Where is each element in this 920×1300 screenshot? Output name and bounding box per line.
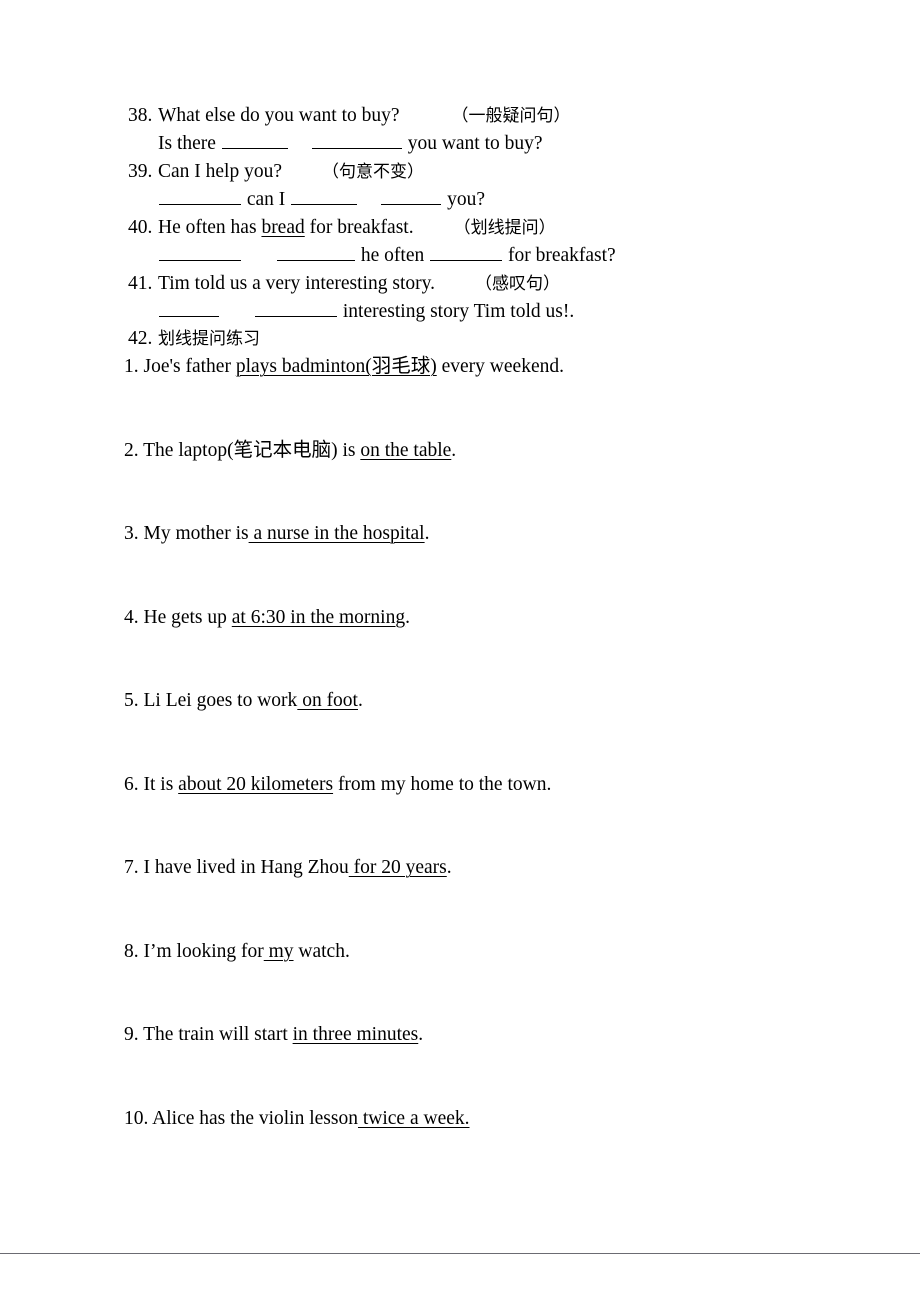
question-line-41: 41. Tim told us a very interesting story.… — [128, 270, 868, 298]
answer-suffix: interesting story Tim told us!. — [342, 301, 575, 322]
instruction-note: （句意不变） — [322, 162, 425, 182]
practice-item-5: 5. Li Lei goes to work on foot. — [124, 688, 884, 772]
exercise-item-40: 40. He often has bread for breakfast. （划线提… — [128, 214, 868, 270]
answer-line-39: can I you? — [128, 186, 868, 214]
sentence-pre: Joe's father — [138, 356, 236, 377]
practice-item-7: 7. I have lived in Hang Zhou for 20 year… — [124, 855, 884, 939]
answer-blank[interactable] — [159, 189, 241, 205]
answer-middle: can I — [246, 189, 286, 210]
answer-blank[interactable] — [430, 245, 503, 261]
section-title: 划线提问练习 — [158, 329, 260, 349]
question-line-39: 39. Can I help you? （句意不变） — [128, 158, 868, 186]
question-line-38: 38. What else do you want to buy? （一般疑问句） — [128, 102, 868, 130]
answer-line-40: he often for breakfast? — [128, 242, 868, 270]
question-underlined-part: bread — [261, 217, 305, 238]
answer-line-41: interesting story Tim told us!. — [128, 298, 868, 326]
question-sentence-post: for breakfast. — [304, 217, 414, 238]
practice-item-9: 9. The train will start in three minutes… — [124, 1022, 884, 1106]
item-number: 8. — [124, 940, 139, 962]
practice-item-8: 8. I’m looking for my watch. — [124, 939, 884, 1023]
instruction-note: （划线提问） — [453, 218, 556, 238]
item-number: 5. — [124, 690, 139, 711]
item-number: 3. — [124, 523, 139, 544]
item-number: 7. — [124, 857, 139, 878]
item-number: 39. — [128, 161, 153, 182]
underlined-target: a nurse in the hospital — [248, 523, 425, 544]
item-number: 9. — [124, 1024, 139, 1045]
practice-item-4: 4. He gets up at 6:30 in the morning. — [124, 605, 884, 689]
answer-suffix: you? — [447, 189, 485, 210]
underlined-target: plays badminton(羽毛球) — [235, 356, 437, 377]
item-number: 10. — [124, 1107, 149, 1129]
item-number: 1. — [124, 356, 139, 377]
exercise-item-38: 38. What else do you want to buy? （一般疑问句） … — [128, 102, 868, 158]
item-number: 41. — [128, 273, 153, 294]
answer-blank[interactable] — [381, 189, 442, 205]
underlined-target: for 20 years — [348, 857, 447, 878]
instruction-note: （感叹句） — [474, 274, 560, 294]
answer-prefix: Is there — [158, 133, 216, 154]
sentence-pre: He gets up — [138, 606, 232, 628]
item-number: 4. — [124, 606, 139, 628]
sentence-pre: I’m looking for — [138, 940, 264, 962]
question-sentence-pre: He often has — [158, 217, 262, 238]
question-sentence: What else do you want to buy? — [158, 105, 400, 126]
practice-item-3: 3. My mother is a nurse in the hospital. — [124, 521, 884, 605]
underlined-target: on the table — [360, 439, 452, 461]
practice-item-2: 2. The laptop(笔记本电脑) is on the table. — [124, 438, 884, 522]
item-number: 38. — [128, 105, 153, 126]
sentence-post: . — [418, 1024, 424, 1045]
underlined-target: at 6:30 in the morning — [231, 606, 406, 628]
answer-suffix: for breakfast? — [507, 245, 616, 266]
practice-question-list: 1. Joe's father plays badminton(羽毛球) eve… — [124, 354, 884, 1189]
practice-item-6: 6. It is about 20 kilometers from my hom… — [124, 772, 884, 856]
item-number: 6. — [124, 773, 139, 795]
sentence-pre: I have lived in Hang Zhou — [138, 857, 349, 878]
answer-blank[interactable] — [159, 301, 219, 317]
sentence-post: . — [424, 523, 430, 544]
question-line-40: 40. He often has bread for breakfast. （划线提… — [128, 214, 868, 242]
sentence-post: every weekend. — [436, 356, 564, 377]
section-heading-42: 42. 划线提问练习 — [128, 325, 260, 353]
answer-middle: he often — [360, 245, 425, 266]
question-sentence: Can I help you? — [158, 161, 283, 182]
sentence-post: . — [446, 857, 452, 878]
sentence-pre: The laptop(笔记本电脑) is — [138, 439, 361, 461]
question-sentence: Tim told us a very interesting story. — [158, 273, 435, 294]
item-number: 2. — [124, 439, 139, 461]
practice-item-1: 1. Joe's father plays badminton(羽毛球) eve… — [124, 354, 884, 438]
answer-blank[interactable] — [255, 301, 337, 317]
sentence-pre: The train will start — [138, 1024, 293, 1045]
answer-blank[interactable] — [159, 245, 241, 261]
underlined-target: about 20 kilometers — [178, 773, 334, 795]
answer-blank[interactable] — [291, 189, 358, 205]
sentence-pre: It is — [138, 773, 179, 795]
underlined-target: in three minutes — [292, 1024, 419, 1045]
practice-item-10: 10. Alice has the violin lesson twice a … — [124, 1106, 884, 1190]
sentence-pre: My mother is — [138, 523, 249, 544]
exercise-item-39: 39. Can I help you? （句意不变） can I you? — [128, 158, 868, 214]
item-number: 40. — [128, 217, 153, 238]
sentence-pre: Li Lei goes to work — [138, 690, 298, 711]
answer-line-38: Is there you want to buy? — [128, 130, 868, 158]
exercise-item-41: 41. Tim told us a very interesting story.… — [128, 270, 868, 326]
document-page: 38. What else do you want to buy? （一般疑问句） … — [0, 0, 920, 1300]
answer-blank[interactable] — [277, 245, 355, 261]
answer-blank[interactable] — [311, 133, 402, 149]
sentence-pre: Alice has the violin lesson — [148, 1107, 358, 1129]
section-number: 42. — [128, 328, 153, 349]
underlined-target: twice a week. — [357, 1107, 470, 1129]
sentence-post: . — [405, 606, 410, 628]
instruction-note: （一般疑问句） — [451, 106, 571, 126]
answer-suffix: you want to buy? — [407, 133, 543, 154]
sentence-post: from my home to the town. — [333, 773, 552, 795]
underlined-target: on foot — [297, 690, 358, 711]
answer-blank[interactable] — [221, 133, 288, 149]
sentence-post: watch. — [293, 940, 350, 962]
sentence-transformation-exercises: 38. What else do you want to buy? （一般疑问句） … — [128, 102, 868, 326]
footer-divider — [0, 1253, 920, 1254]
underlined-target: my — [263, 940, 294, 962]
sentence-post: . — [451, 439, 457, 461]
sentence-post: . — [357, 690, 363, 711]
